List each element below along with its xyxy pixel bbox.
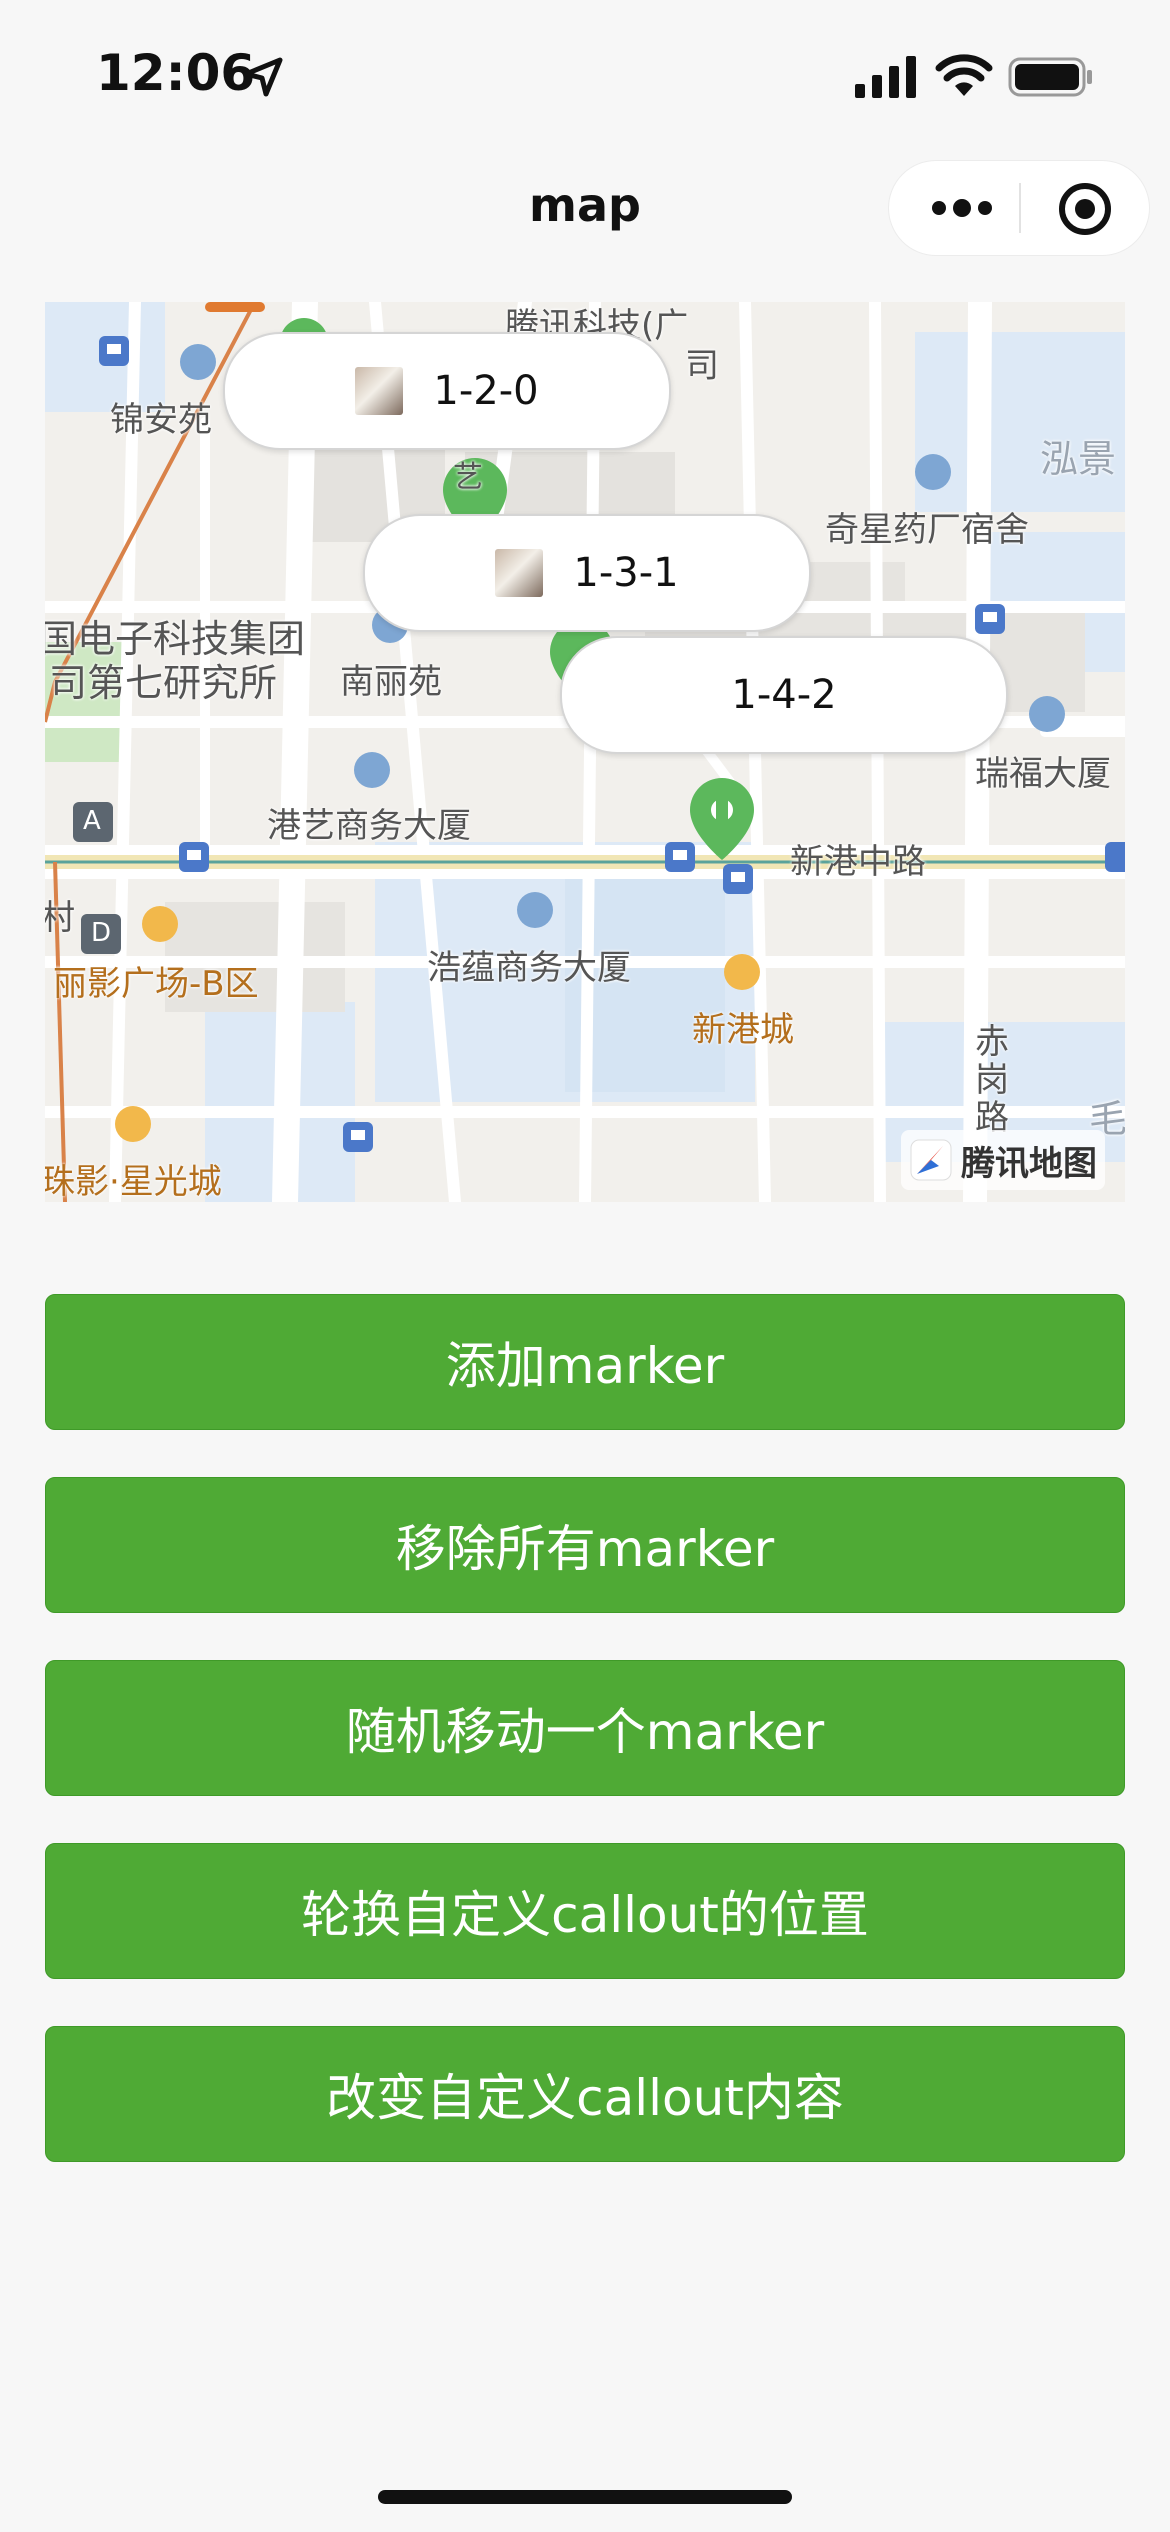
more-icon[interactable] [927,183,997,233]
map-label: 村 [45,898,75,938]
map-label: 浩蕴商务大厦 [427,948,631,988]
cellular-signal-icon [855,56,916,98]
map-label: 港艺商务大厦 [267,806,471,846]
callout-thumbnail [495,549,544,597]
map-label: 司第七研究所 [49,661,278,705]
rotate-callout-position-button[interactable]: 轮换自定义callout的位置 [45,1843,1125,1979]
metro-exit-label: D [91,918,112,948]
callout-thumbnail [355,367,404,415]
location-arrow-icon [243,57,283,97]
add-marker-button[interactable]: 添加marker [45,1294,1125,1430]
map-label: 丽影广场-B区 [53,964,259,1004]
map-label: 珠影·星光城 [45,1162,222,1202]
map-label: 南丽苑 [340,662,442,702]
metro-exit-label: A [83,806,101,836]
marker-callout[interactable]: 1-2-0 [223,332,671,450]
mini-program-capsule [888,160,1150,256]
map-label: 瑞福大厦 [975,754,1111,794]
map-label: 奇星药厂宿舍 [825,510,1029,550]
status-bar: 12:06 [0,0,1170,150]
map-logo-text: 腾讯地图 [961,1143,1097,1184]
wifi-icon [935,54,993,96]
marker-callout[interactable]: 1-4-2 [560,636,1008,754]
change-callout-content-button[interactable]: 改变自定义callout内容 [45,2026,1125,2162]
map-label: 锦安苑 [110,400,212,440]
map-view[interactable]: 锦安苑 腾讯科技(广 司 泓景 奇星药厂宿舍 国电子科技集团 司第七研究所 南丽… [45,302,1125,1202]
map-provider-logo: 腾讯地图 [901,1130,1105,1190]
map-label: 泓景 [1040,437,1117,481]
move-random-marker-button[interactable]: 随机移动一个marker [45,1660,1125,1796]
map-label: 司 [685,346,719,386]
callout-text: 1-2-0 [433,368,539,414]
screen: 12:06 map 锦安苑 腾讯科技(广 司 泓景 奇星药厂宿舍 国电子科技集团… [0,0,1170,2532]
callout-text: 1-4-2 [731,672,837,718]
home-indicator [378,2490,792,2504]
close-target-icon[interactable] [1057,181,1113,237]
callout-text: 1-3-1 [573,550,679,596]
map-label: 艺 [453,460,483,495]
tencent-map-logo-icon [910,1139,952,1181]
remove-all-markers-button[interactable]: 移除所有marker [45,1477,1125,1613]
battery-icon [1008,57,1092,97]
map-label: 新港城 [692,1010,794,1050]
marker-callout[interactable]: 1-3-1 [363,514,811,632]
capsule-divider [1019,183,1021,233]
map-label: 新港中路 [790,842,926,882]
status-time: 12:06 [96,44,256,102]
